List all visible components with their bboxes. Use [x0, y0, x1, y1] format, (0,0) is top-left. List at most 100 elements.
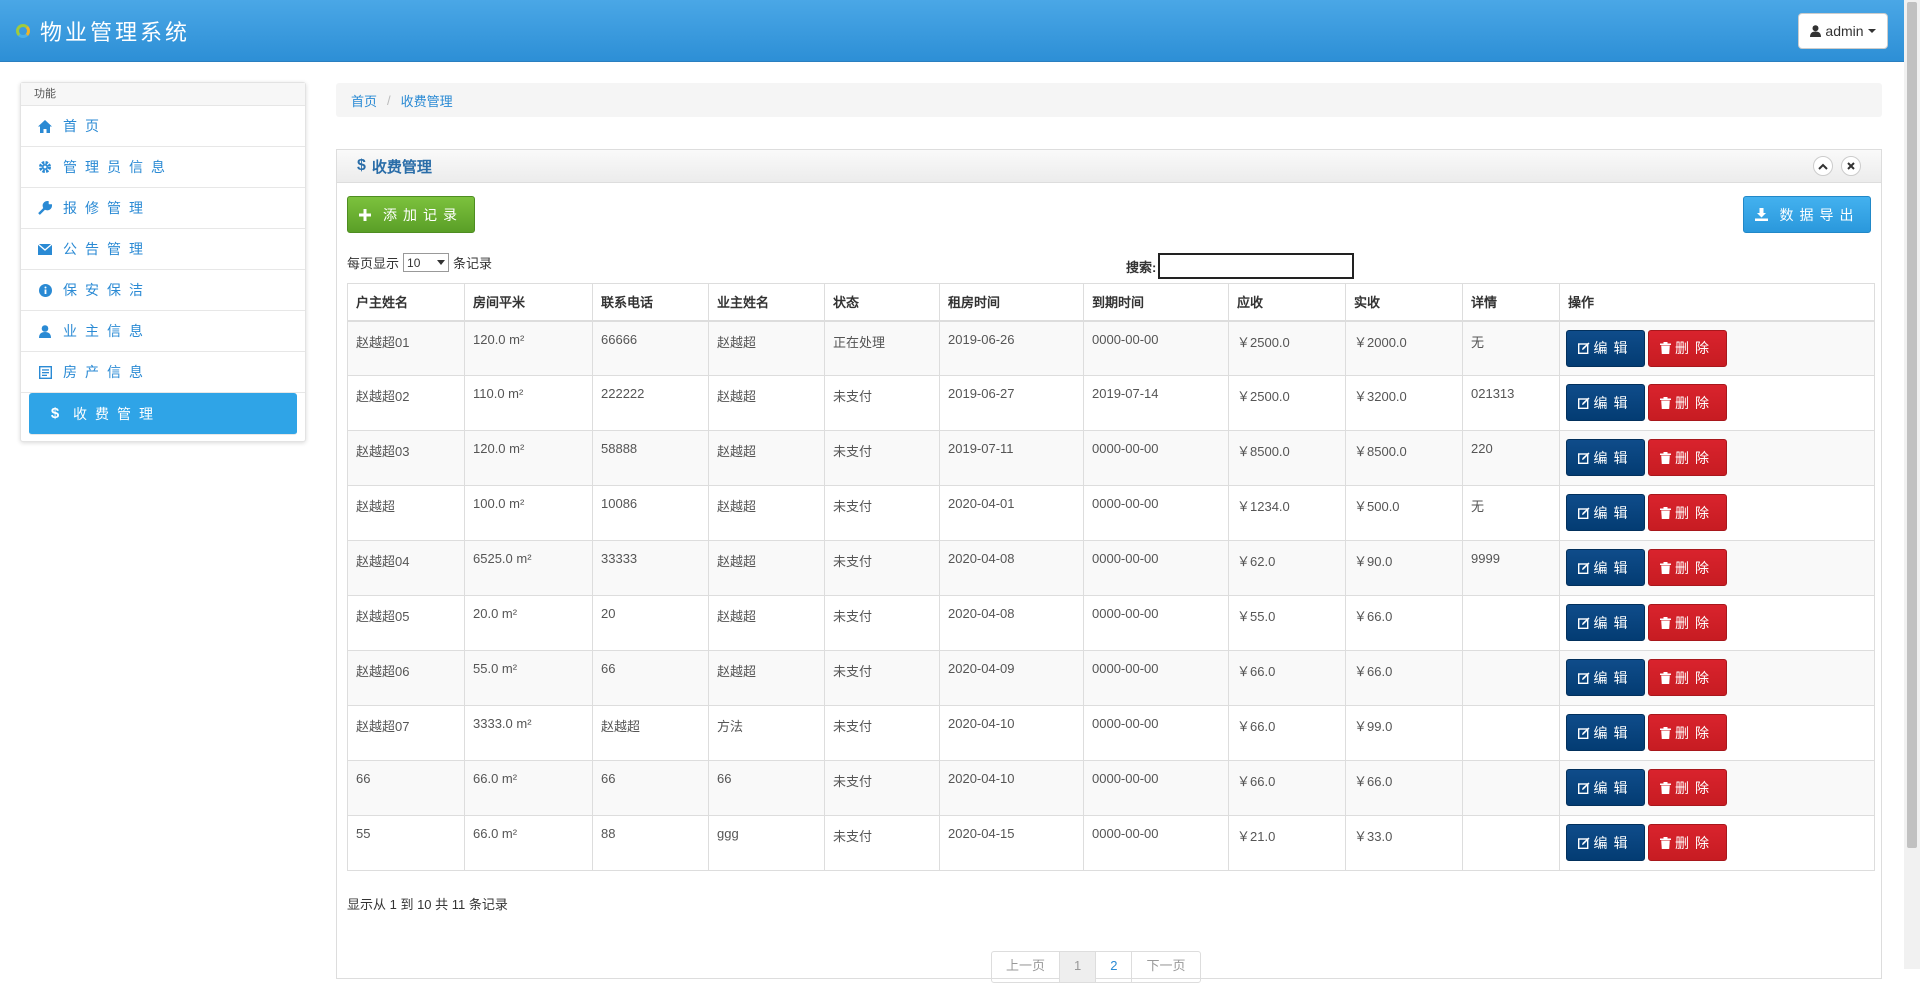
edit-button[interactable]: 编辑 — [1566, 384, 1645, 421]
edit-button[interactable]: 编辑 — [1566, 439, 1645, 476]
search-input[interactable] — [1158, 253, 1355, 279]
column-header[interactable]: 操作 — [1559, 283, 1875, 322]
add-record-button[interactable]: 添加记录 — [347, 196, 475, 233]
table-cell: 2020-04-15 — [939, 815, 1084, 871]
sidebar-item-repair[interactable]: 报修管理 — [21, 188, 305, 229]
edit-button[interactable]: 编辑 — [1566, 824, 1645, 861]
table-cell: 120.0 m² — [464, 320, 593, 376]
pagination-page-2[interactable]: 2 — [1095, 952, 1131, 982]
pagination-page-1[interactable]: 1 — [1059, 952, 1096, 982]
delete-label: 删除 — [1675, 614, 1715, 631]
edit-button[interactable]: 编辑 — [1566, 494, 1645, 531]
edit-label: 编辑 — [1593, 394, 1634, 411]
table-cell — [1462, 650, 1560, 706]
column-header[interactable]: 租房时间 — [939, 283, 1084, 322]
row-actions: 编辑 删除 — [1559, 815, 1875, 871]
pagination-previous[interactable]: 上一页 — [992, 952, 1059, 982]
column-header[interactable]: 详情 — [1462, 283, 1560, 322]
sidebar-item-owner[interactable]: 业主信息 — [21, 311, 305, 352]
table-cell: ￥33.0 — [1345, 815, 1463, 871]
column-header[interactable]: 业主姓名 — [708, 283, 825, 322]
sidebar-item-property[interactable]: 房产信息 — [21, 352, 305, 393]
breadcrumb-home-link[interactable]: 首页 — [351, 91, 377, 110]
table-cell: 无 — [1462, 320, 1560, 376]
trash-icon — [1660, 616, 1671, 629]
sidebar-item-notice[interactable]: 公告管理 — [21, 229, 305, 270]
delete-button[interactable]: 删除 — [1648, 439, 1727, 476]
table-cell: ￥3200.0 — [1345, 375, 1463, 431]
row-actions: 编辑 删除 — [1559, 430, 1875, 486]
caret-down-icon — [1867, 29, 1876, 33]
edit-label: 编辑 — [1593, 340, 1634, 356]
delete-button[interactable]: 删除 — [1648, 494, 1727, 531]
table-cell: ￥500.0 — [1345, 485, 1463, 541]
breadcrumb: 首页 / 收费管理 — [336, 83, 1882, 117]
scrollbar-thumb[interactable] — [1907, 2, 1917, 848]
top-navbar: 物业管理系统 admin — [0, 0, 1904, 62]
sidebar-item-admin-info[interactable]: 管理员信息 — [21, 147, 305, 188]
delete-button[interactable]: 删除 — [1648, 769, 1727, 806]
row-actions: 编辑 删除 — [1559, 485, 1875, 541]
delete-button[interactable]: 删除 — [1648, 549, 1727, 586]
table-cell: 120.0 m² — [464, 430, 593, 486]
column-header[interactable]: 应收 — [1228, 283, 1346, 322]
table-cell: 赵越超07 — [347, 705, 465, 761]
table-cell: 赵越超 — [347, 485, 465, 541]
table-cell: ￥21.0 — [1228, 815, 1346, 871]
page-scrollbar[interactable] — [1904, 0, 1920, 969]
table-cell: 2019-07-11 — [939, 430, 1084, 486]
table-cell: 赵越超 — [708, 375, 825, 431]
table-cell: 66 — [592, 760, 709, 816]
column-header[interactable]: 到期时间 — [1083, 283, 1229, 322]
edit-label: 编辑 — [1593, 614, 1634, 631]
delete-button[interactable]: 删除 — [1648, 824, 1727, 861]
column-header[interactable]: 状态 — [824, 283, 940, 322]
edit-button[interactable]: 编辑 — [1566, 659, 1645, 696]
close-icon[interactable] — [1841, 156, 1861, 176]
delete-button[interactable]: 删除 — [1648, 604, 1727, 641]
page-length-select[interactable]: 10 — [403, 253, 450, 272]
column-header[interactable]: 房间平米 — [464, 283, 593, 322]
collapse-icon[interactable] — [1813, 156, 1833, 176]
table-cell: ￥8500.0 — [1345, 430, 1463, 486]
table-cell: 2019-06-26 — [939, 320, 1084, 376]
brand[interactable]: 物业管理系统 — [14, 15, 190, 47]
user-menu-button[interactable]: admin — [1798, 13, 1888, 49]
delete-button[interactable]: 删除 — [1648, 384, 1727, 421]
column-header[interactable]: 户主姓名 — [347, 283, 465, 322]
table-cell: 100.0 m² — [464, 485, 593, 541]
billing-panel: $ 收费管理 添加记录 数据导出 每页显示 10 条记录 搜索: 户主姓名房间平… — [336, 149, 1882, 983]
delete-button[interactable]: 删除 — [1648, 714, 1727, 751]
edit-button[interactable]: 编辑 — [1566, 714, 1645, 751]
edit-button[interactable]: 编辑 — [1566, 329, 1645, 367]
table-cell: 未支付 — [824, 430, 940, 486]
table-cell: 222222 — [592, 375, 709, 431]
length-prefix: 每页显示 — [347, 256, 400, 271]
length-suffix: 条记录 — [453, 256, 493, 271]
sidebar: 功能 首页 管理员信息 报修管理 公告管理 保安保洁 业主信息 房产信息 $ 收… — [20, 82, 306, 442]
table-row: 赵越超02 110.0 m² 222222 赵越超 未支付 2019-06-27 2019-… — [347, 375, 1875, 431]
sidebar-item-billing[interactable]: $ 收费管理 — [29, 393, 297, 435]
table-cell: 2020-04-01 — [939, 485, 1084, 541]
table-cell: ￥1234.0 — [1228, 485, 1346, 541]
breadcrumb-separator: / — [387, 92, 391, 108]
table-cell: 2020-04-10 — [939, 705, 1084, 761]
export-data-button[interactable]: 数据导出 — [1743, 196, 1871, 233]
edit-button[interactable]: 编辑 — [1566, 549, 1645, 586]
table-cell: ￥66.0 — [1345, 595, 1463, 651]
sidebar-item-security[interactable]: 保安保洁 — [21, 270, 305, 311]
breadcrumb-current[interactable]: 收费管理 — [401, 91, 453, 110]
pagination-next[interactable]: 下一页 — [1131, 952, 1199, 982]
sidebar-item-home[interactable]: 首页 — [21, 106, 305, 147]
edit-button[interactable]: 编辑 — [1566, 604, 1645, 641]
table-row: 赵越超04 6525.0 m² 33333 赵越超 未支付 2020-04-08 0000-… — [347, 540, 1875, 596]
column-header[interactable]: 联系电话 — [592, 283, 709, 322]
edit-button[interactable]: 编辑 — [1566, 769, 1645, 806]
delete-button[interactable]: 删除 — [1648, 659, 1727, 696]
user-menu-label: admin — [1825, 23, 1864, 39]
delete-button[interactable]: 删除 — [1648, 329, 1727, 367]
column-header[interactable]: 实收 — [1345, 283, 1463, 322]
table-cell: 20.0 m² — [464, 595, 593, 651]
trash-icon — [1660, 506, 1671, 519]
table-row: 赵越超01 120.0 m² 66666 赵越超 正在处理 2019-06-26 0000-… — [347, 320, 1875, 376]
